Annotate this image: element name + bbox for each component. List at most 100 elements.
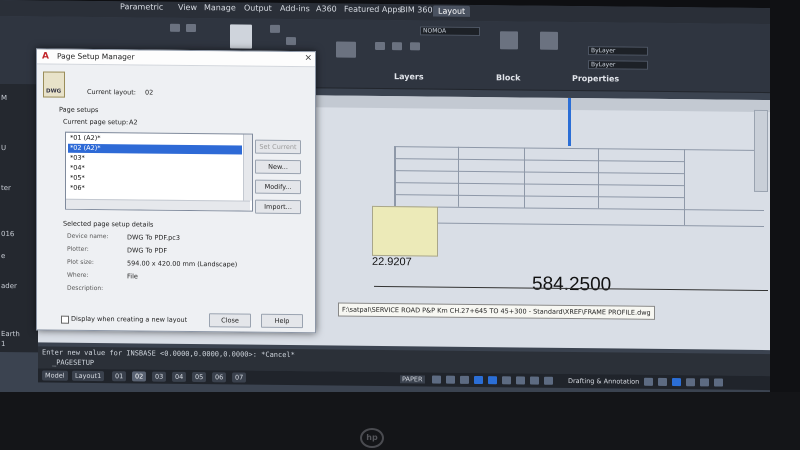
layout-tab-01[interactable]: 01 bbox=[112, 371, 127, 382]
layout-tab-layout1[interactable]: Layout1 bbox=[72, 370, 105, 382]
display-on-new-layout-checkbox[interactable] bbox=[61, 315, 69, 324]
list-item[interactable]: *01 (A2)* bbox=[68, 134, 242, 145]
drawing-line bbox=[394, 222, 764, 228]
list-item-selected[interactable]: *02 (A2)* bbox=[68, 143, 242, 155]
add-icon[interactable] bbox=[644, 377, 653, 386]
layer-properties-icon[interactable] bbox=[336, 41, 356, 58]
tab-view[interactable]: View bbox=[178, 3, 197, 12]
layout-tab-07[interactable]: 07 bbox=[232, 372, 247, 383]
layer-tool-icon[interactable] bbox=[410, 42, 420, 51]
annotation-scale-icon[interactable] bbox=[658, 377, 667, 386]
list-horizontal-scrollbar[interactable] bbox=[66, 198, 250, 211]
customize-icon[interactable] bbox=[714, 378, 723, 387]
dialog-title: Page Setup Manager bbox=[57, 51, 135, 62]
command-history: Enter new value for INSBASE <0.0000,0.00… bbox=[42, 348, 295, 360]
layout-tab-02[interactable]: 02 bbox=[132, 371, 147, 382]
list-item[interactable]: *04* bbox=[68, 164, 242, 175]
grid-icon[interactable] bbox=[432, 375, 441, 384]
selection-cycling-icon[interactable] bbox=[544, 376, 553, 385]
insert-block-icon[interactable] bbox=[500, 31, 518, 50]
monitor-bezel-right bbox=[770, 0, 800, 450]
navigation-bar[interactable] bbox=[754, 109, 768, 193]
detail-value: DWG To PDF bbox=[127, 246, 168, 255]
detail-value: DWG To PDF.pc3 bbox=[127, 233, 180, 242]
command-input[interactable]: _PAGESETUP bbox=[52, 359, 94, 367]
panel-label-block[interactable]: Block bbox=[496, 73, 520, 82]
modify-button[interactable]: Modify... bbox=[255, 179, 301, 195]
linetype-combo[interactable]: ByLayer bbox=[588, 46, 648, 56]
hardware-accel-icon[interactable] bbox=[686, 378, 695, 387]
edit-block-icon[interactable] bbox=[540, 31, 558, 50]
hp-logo: hp bbox=[360, 428, 384, 448]
transparency-icon[interactable] bbox=[530, 376, 539, 385]
dwg-icon-label: DWG bbox=[46, 88, 62, 95]
layout-tab-06[interactable]: 06 bbox=[212, 372, 227, 383]
side-text: ter bbox=[1, 184, 11, 193]
list-item[interactable]: *05* bbox=[68, 174, 242, 185]
xref-path-tooltip: F:\satpal\SERVICE ROAD P&P Km CH.27+645 … bbox=[338, 302, 655, 320]
panel-label-properties[interactable]: Properties bbox=[572, 74, 619, 83]
isolate-icon[interactable] bbox=[672, 378, 681, 387]
polar-icon[interactable] bbox=[474, 375, 483, 385]
close-icon[interactable]: × bbox=[304, 53, 312, 63]
details-section: Selected page setup details bbox=[63, 219, 154, 229]
list-item[interactable]: *06* bbox=[68, 184, 242, 195]
side-text: M bbox=[1, 94, 8, 103]
xref-frame-block[interactable] bbox=[372, 205, 438, 257]
checkbox-label: Display when creating a new layout bbox=[71, 314, 188, 324]
dimension-small: 22.9207 bbox=[372, 255, 412, 269]
otrack-icon[interactable] bbox=[502, 376, 511, 385]
tab-parametric[interactable]: Parametric bbox=[120, 2, 163, 11]
layout-tab-03[interactable]: 03 bbox=[152, 371, 167, 382]
list-vertical-scrollbar[interactable] bbox=[243, 134, 252, 201]
page-setup-manager-dialog: A Page Setup Manager × DWG Current layou… bbox=[36, 48, 316, 334]
tab-manage[interactable]: Manage bbox=[204, 3, 236, 12]
list-item[interactable]: *03* bbox=[68, 154, 242, 165]
help-button[interactable]: Help bbox=[261, 313, 303, 329]
side-text: Earth bbox=[1, 330, 20, 339]
layout-tab-05[interactable]: 05 bbox=[192, 372, 207, 383]
clean-screen-icon[interactable] bbox=[700, 378, 709, 387]
workspace-switch[interactable]: Drafting & Annotation bbox=[568, 377, 639, 386]
close-button[interactable]: Close bbox=[209, 313, 251, 328]
lineweight-icon[interactable] bbox=[516, 376, 525, 385]
drawing-line bbox=[394, 182, 684, 187]
layout-tab-04[interactable]: 04 bbox=[172, 371, 187, 382]
layer-tool-icon[interactable] bbox=[392, 42, 402, 51]
detail-label: Plotter: bbox=[67, 245, 89, 253]
text-tool-icon[interactable] bbox=[230, 24, 252, 49]
tab-add-ins[interactable]: Add-ins bbox=[280, 4, 310, 13]
lineweight-combo[interactable]: ByLayer bbox=[588, 60, 648, 70]
tool-icon[interactable] bbox=[270, 24, 280, 33]
tab-featured-apps[interactable]: Featured Apps bbox=[344, 5, 402, 15]
layer-tool-icon[interactable] bbox=[375, 41, 385, 51]
page-setups-list[interactable]: *01 (A2)* *02 (A2)* *03* *04* *05* *06* bbox=[65, 131, 253, 212]
tool-icon[interactable] bbox=[170, 23, 180, 32]
tab-a360[interactable]: A360 bbox=[316, 4, 337, 13]
tool-icon[interactable] bbox=[286, 36, 296, 46]
dialog-title-bar[interactable]: A Page Setup Manager × bbox=[37, 49, 315, 68]
tab-bim360[interactable]: BIM 360 bbox=[400, 5, 433, 14]
layer-combo[interactable]: NOMOA bbox=[420, 26, 480, 37]
drawing-line bbox=[394, 170, 684, 175]
tool-icon[interactable] bbox=[186, 23, 196, 33]
layout-tab-model[interactable]: Model bbox=[42, 370, 68, 381]
import-button[interactable]: Import... bbox=[255, 199, 301, 215]
current-layout-label: Current layout: bbox=[87, 87, 136, 97]
photo-scene: Parametric View Manage Output Add-ins A3… bbox=[0, 0, 800, 450]
detail-value: File bbox=[127, 272, 138, 281]
osnap-icon[interactable] bbox=[488, 376, 497, 385]
drawing-line bbox=[394, 194, 684, 199]
tab-layout[interactable]: Layout bbox=[433, 5, 471, 17]
new-button[interactable]: New... bbox=[255, 159, 301, 175]
panel-label-layers[interactable]: Layers bbox=[394, 72, 424, 81]
set-current-button[interactable]: Set Current bbox=[255, 139, 301, 155]
ucs-marker bbox=[568, 97, 571, 146]
side-text: U bbox=[1, 144, 7, 153]
page-setups-section: Page setups bbox=[59, 105, 99, 115]
tab-output[interactable]: Output bbox=[244, 4, 272, 13]
paper-space-toggle[interactable]: PAPER bbox=[400, 375, 425, 384]
dimension-large: 584.2500 bbox=[532, 273, 612, 296]
ortho-icon[interactable] bbox=[460, 375, 469, 384]
snap-icon[interactable] bbox=[446, 375, 455, 384]
